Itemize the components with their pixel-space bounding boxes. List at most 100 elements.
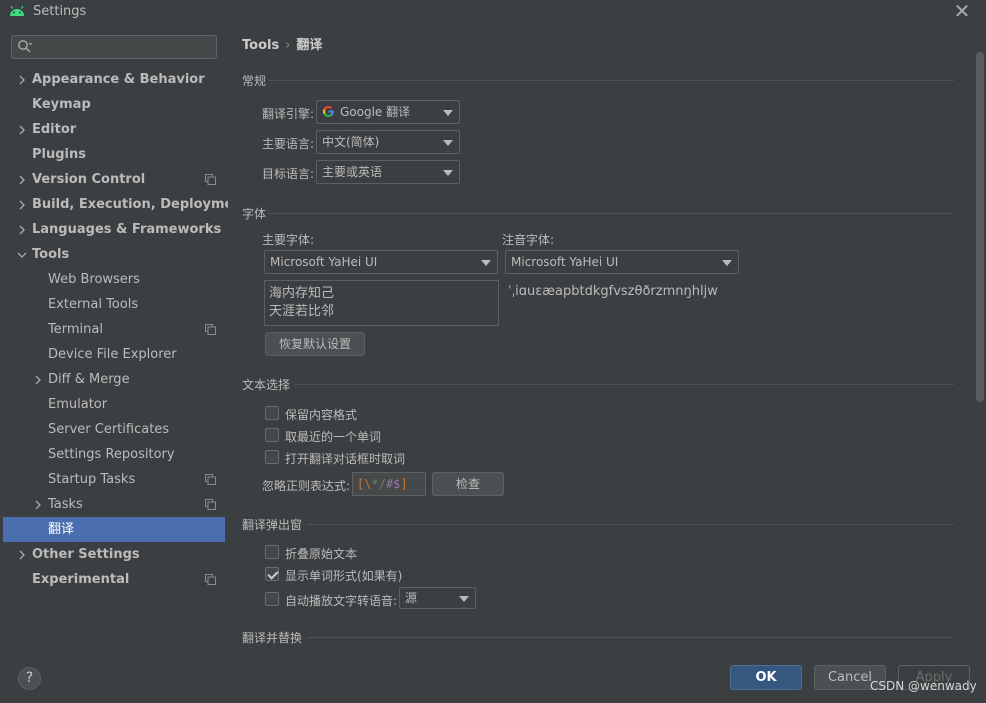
sidebar-item[interactable]: Plugins xyxy=(3,142,225,167)
sidebar-item-label: Settings Repository xyxy=(48,447,175,462)
dialog-footer: ? OK Cancel Apply CSDN @wenwady xyxy=(0,654,986,703)
sidebar-item-label: Terminal xyxy=(48,322,103,337)
fold-original-label[interactable]: 折叠原始文本 xyxy=(285,545,357,562)
project-level-icon xyxy=(205,474,216,485)
sidebar-item[interactable]: Tasks xyxy=(3,492,225,517)
sidebar-item[interactable]: Device File Explorer xyxy=(3,342,225,367)
target-lang-value: 主要或英语 xyxy=(322,165,383,179)
ignore-regex-value: [\*/#$] xyxy=(357,477,408,491)
phonetic-font-value: Microsoft YaHei UI xyxy=(511,255,619,269)
sidebar-item[interactable]: Keymap xyxy=(3,92,225,117)
ok-button[interactable]: OK xyxy=(730,665,802,690)
show-word-forms-label[interactable]: 显示单词形式(如果有) xyxy=(285,567,402,584)
section-replace-title: 翻译并替换 xyxy=(242,631,303,645)
primary-font-label: 主要字体: xyxy=(262,233,315,247)
sidebar-item[interactable]: Version Control xyxy=(3,167,225,192)
section-general-title: 常规 xyxy=(242,74,267,88)
sidebar-item-label: Server Certificates xyxy=(48,422,170,437)
close-icon[interactable]: ✕ xyxy=(951,0,973,22)
keep-format-checkbox[interactable] xyxy=(265,406,279,420)
sidebar-item[interactable]: Editor xyxy=(3,117,225,142)
sidebar-item[interactable]: Web Browsers xyxy=(3,267,225,292)
section-divider xyxy=(307,637,954,638)
primary-lang-select[interactable]: 中文(简体) xyxy=(316,130,460,154)
android-icon xyxy=(10,5,24,16)
sidebar-item-label: Emulator xyxy=(48,397,108,412)
section-divider xyxy=(268,80,954,81)
auto-tts-checkbox[interactable] xyxy=(265,592,279,606)
check-regex-button[interactable]: 检查 xyxy=(432,472,504,496)
google-g-icon xyxy=(322,105,334,118)
sidebar-item-label: 翻译 xyxy=(48,522,75,537)
sidebar-item-label: Device File Explorer xyxy=(48,347,177,362)
chevron-right-icon[interactable] xyxy=(33,375,43,385)
sidebar-item[interactable]: Appearance & Behavior xyxy=(3,67,225,92)
breadcrumb: Tools › 翻译 xyxy=(242,34,322,53)
sidebar-item-label: Editor xyxy=(32,122,77,137)
sidebar-item[interactable]: Tools xyxy=(3,242,225,267)
sidebar-item-label: Startup Tasks xyxy=(48,472,136,487)
project-level-icon xyxy=(205,499,216,510)
phonetic-font-label: 注音字体: xyxy=(502,233,555,247)
chevron-right-icon[interactable] xyxy=(17,225,27,235)
sidebar-item[interactable]: Startup Tasks xyxy=(3,467,225,492)
chevron-right-icon[interactable] xyxy=(17,125,27,135)
show-word-forms-checkbox[interactable] xyxy=(265,567,279,581)
sidebar-item[interactable]: Diff & Merge xyxy=(3,367,225,392)
chevron-down-icon[interactable] xyxy=(17,250,27,260)
chevron-right-icon[interactable] xyxy=(17,175,27,185)
sidebar-item[interactable]: Emulator xyxy=(3,392,225,417)
font-preview-area[interactable]: 海内存知己 天涯若比邻 xyxy=(264,280,499,326)
chevron-right-icon[interactable] xyxy=(17,200,27,210)
primary-font-select[interactable]: Microsoft YaHei UI xyxy=(264,250,498,274)
chevron-right-icon[interactable] xyxy=(33,500,43,510)
project-level-icon xyxy=(205,174,216,185)
nearest-word-label[interactable]: 取最近的一个单词 xyxy=(285,428,381,445)
vertical-scrollbar[interactable] xyxy=(976,52,984,402)
sidebar-item[interactable]: Other Settings xyxy=(3,542,225,567)
sidebar-item[interactable]: Experimental xyxy=(3,567,225,592)
sidebar-item[interactable]: External Tools xyxy=(3,292,225,317)
primary-lang-value: 中文(简体) xyxy=(322,135,380,149)
restore-defaults-button[interactable]: 恢复默认设置 xyxy=(265,332,365,356)
breadcrumb-parent[interactable]: Tools xyxy=(242,38,279,53)
take-on-open-label[interactable]: 打开翻译对话框时取词 xyxy=(285,450,405,467)
dropdown-arrow-icon xyxy=(443,140,453,146)
breadcrumb-separator: › xyxy=(285,38,291,53)
target-lang-select[interactable]: 主要或英语 xyxy=(316,160,460,184)
target-lang-label: 目标语言: xyxy=(262,167,315,181)
section-popup-title: 翻译弹出窗 xyxy=(242,518,303,532)
chevron-right-icon[interactable] xyxy=(17,75,27,85)
engine-select[interactable]: Google 翻译 xyxy=(316,100,460,124)
nearest-word-checkbox[interactable] xyxy=(265,428,279,442)
watermark: CSDN @wenwady xyxy=(870,679,977,693)
ignore-regex-input[interactable]: [\*/#$] xyxy=(352,472,426,496)
sidebar-item[interactable]: Terminal xyxy=(3,317,225,342)
sidebar-item[interactable]: Settings Repository xyxy=(3,442,225,467)
title-bar: Settings ✕ xyxy=(0,0,986,24)
sidebar-item-label: Plugins xyxy=(32,147,86,162)
auto-tts-label[interactable]: 自动播放文字转语音: xyxy=(285,592,397,609)
fold-original-checkbox[interactable] xyxy=(265,545,279,559)
project-level-icon xyxy=(205,574,216,585)
sidebar-item[interactable]: Build, Execution, Deployment xyxy=(3,192,249,217)
sidebar-item-label: Diff & Merge xyxy=(48,372,130,387)
sidebar-item[interactable]: Server Certificates xyxy=(3,417,225,442)
sidebar-item-label: Build, Execution, Deployment xyxy=(32,197,249,212)
take-on-open-checkbox[interactable] xyxy=(265,450,279,464)
chevron-right-icon[interactable] xyxy=(17,550,27,560)
section-divider xyxy=(268,213,954,214)
dropdown-arrow-icon xyxy=(443,170,453,176)
phonetic-font-select[interactable]: Microsoft YaHei UI xyxy=(505,250,739,274)
help-button[interactable]: ? xyxy=(18,667,41,690)
sidebar-item-label: Appearance & Behavior xyxy=(32,72,205,87)
sidebar-item[interactable]: Languages & Frameworks xyxy=(3,217,225,242)
keep-format-label[interactable]: 保留内容格式 xyxy=(285,406,357,423)
tts-source-select[interactable]: 源 xyxy=(399,587,476,609)
search-field[interactable] xyxy=(11,35,217,59)
section-text-selection-title: 文本选择 xyxy=(242,378,291,392)
primary-font-value: Microsoft YaHei UI xyxy=(270,255,378,269)
sidebar-item[interactable]: 翻译 xyxy=(3,517,225,542)
preview-line: 天涯若比邻 xyxy=(269,304,335,319)
section-divider xyxy=(307,524,954,525)
